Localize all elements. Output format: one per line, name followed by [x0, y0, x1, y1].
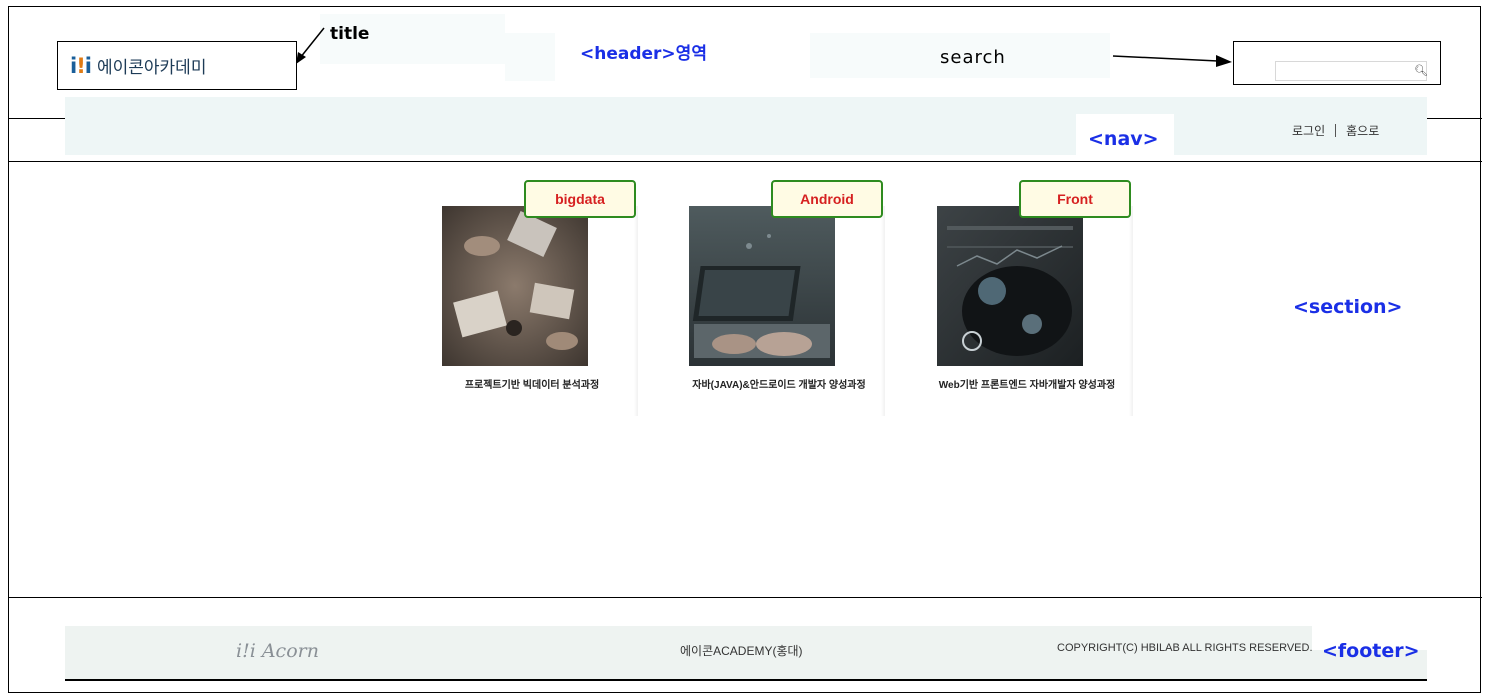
footer-copyright: COPYRIGHT(C) HBILAB ALL RIGHTS RESERVED.	[1057, 642, 1313, 654]
course-image-android	[689, 206, 835, 366]
footer-center-text: 에이콘ACADEMY(홍대)	[680, 644, 803, 658]
nav-links: 로그인 홈으로	[1292, 122, 1379, 139]
course-tag-android: Android	[771, 180, 883, 218]
search-region: 🔍︎	[1233, 41, 1441, 85]
annotation-search: search	[940, 47, 1006, 68]
course-tag-bigdata: bigdata	[524, 180, 636, 218]
annotation-footer: <footer>	[1322, 640, 1420, 662]
logo-text: 에이콘아카데미	[96, 58, 207, 77]
nav-divider	[8, 161, 1482, 162]
site-title-logo[interactable]: i!i 에이콘아카데미	[57, 41, 297, 90]
search-arrow-icon	[1112, 55, 1232, 67]
search-icon[interactable]: 🔍︎	[1414, 64, 1428, 77]
footer-bottom-line	[65, 679, 1427, 681]
section-divider	[8, 597, 1482, 598]
course-image-bigdata	[442, 206, 588, 366]
card-shadow	[634, 206, 638, 416]
course-image-front	[937, 206, 1083, 366]
course-tag-front: Front	[1019, 180, 1131, 218]
annotation-title: title	[330, 24, 370, 44]
title-arrow-icon	[296, 27, 325, 64]
search-input[interactable]	[1275, 61, 1427, 81]
course-card-bigdata[interactable]: 프로젝트기반 빅데이터 분석과정	[442, 206, 638, 416]
logo-icon: i!i	[70, 53, 92, 78]
home-link[interactable]: 홈으로	[1346, 122, 1379, 139]
course-card-front[interactable]: Web기반 프론트엔드 자바개발자 양성과정	[937, 206, 1133, 416]
annotation-header: <header>영역	[580, 44, 707, 64]
course-caption: 자바(JAVA)&안드로이드 개발자 양성과정	[692, 380, 866, 391]
annotation-nav: <nav>	[1088, 128, 1159, 150]
course-caption: Web기반 프론트엔드 자바개발자 양성과정	[938, 380, 1116, 391]
footer-logo: i!i Acorn	[236, 640, 319, 662]
card-shadow	[881, 206, 885, 416]
course-caption: 프로젝트기반 빅데이터 분석과정	[464, 380, 600, 391]
login-link[interactable]: 로그인	[1292, 122, 1325, 139]
course-card-android[interactable]: 자바(JAVA)&안드로이드 개발자 양성과정	[689, 206, 885, 416]
card-shadow	[1129, 206, 1133, 416]
annotation-section: <section>	[1293, 296, 1403, 318]
nav-separator	[1335, 124, 1337, 137]
header-strip	[65, 97, 1427, 155]
faint-block	[505, 33, 555, 81]
